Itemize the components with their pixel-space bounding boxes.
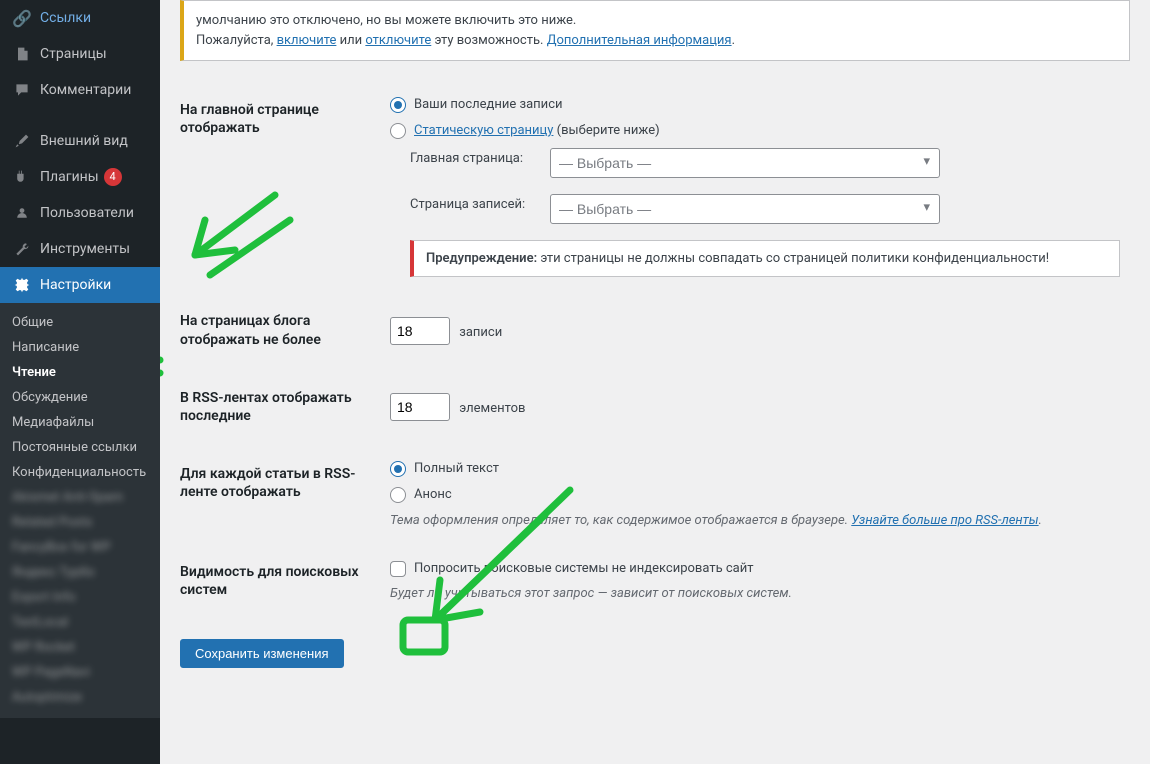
submenu-hidden[interactable]: Related Posts bbox=[0, 510, 160, 535]
submenu-discussion[interactable]: Обсуждение bbox=[0, 385, 160, 410]
label-posts-page: Страница записей: bbox=[410, 196, 540, 214]
radio-static-page[interactable] bbox=[390, 123, 406, 139]
radio-static-page-label[interactable]: Статическую страницу (выберите ниже) bbox=[390, 122, 1120, 140]
submenu-reading[interactable]: Чтение bbox=[0, 360, 160, 385]
sidebar-item-label: Пользователи bbox=[40, 205, 134, 221]
notice-disable-link[interactable]: отключите bbox=[365, 33, 431, 48]
sidebar-item-label: Страницы bbox=[40, 46, 107, 62]
submenu-hidden[interactable]: WP Rocket bbox=[0, 635, 160, 660]
sidebar-item-label: Ссылки bbox=[40, 10, 91, 26]
notice-enable-link[interactable]: включите bbox=[277, 33, 337, 48]
sidebar-item-pages[interactable]: Страницы bbox=[0, 36, 160, 72]
radio-latest-posts-label[interactable]: Ваши последние записи bbox=[390, 96, 1120, 114]
settings-submenu: Общие Написание Чтение Обсуждение Медиаф… bbox=[0, 303, 160, 718]
select-posts-page[interactable]: — Выбрать — bbox=[550, 194, 940, 224]
label-rss-each: Для каждой статьи в RSS-ленте отображать bbox=[180, 445, 380, 542]
sidebar-item-label: Комментарии bbox=[40, 82, 131, 98]
submenu-permalinks[interactable]: Постоянные ссылки bbox=[0, 435, 160, 460]
submenu-privacy[interactable]: Конфиденциальность bbox=[0, 460, 160, 485]
plugin-icon bbox=[12, 167, 32, 187]
blog-pages-suffix: записи bbox=[459, 325, 502, 340]
sidebar-item-settings[interactable]: Настройки bbox=[0, 267, 160, 303]
submenu-hidden[interactable]: FancyBox for WP bbox=[0, 535, 160, 560]
submenu-general[interactable]: Общие bbox=[0, 310, 160, 335]
submenu-hidden[interactable]: Яндекс Турбо bbox=[0, 560, 160, 585]
input-blog-pages-count[interactable] bbox=[390, 317, 450, 345]
notice-warning: умолчанию это отключено, но вы можете вк… bbox=[180, 0, 1130, 61]
brush-icon bbox=[12, 131, 32, 151]
submenu-hidden[interactable]: Akismet Anti-Spam bbox=[0, 485, 160, 510]
sidebar-item-label: Внешний вид bbox=[40, 133, 128, 149]
radio-summary-label[interactable]: Анонс bbox=[390, 486, 1120, 504]
select-home-page[interactable]: — Выбрать — bbox=[550, 148, 940, 178]
label-visibility: Видимость для поисковых систем bbox=[180, 543, 380, 619]
checkbox-noindex[interactable] bbox=[390, 561, 406, 577]
sidebar-item-users[interactable]: Пользователи bbox=[0, 195, 160, 231]
rss-description: Тема оформления определяет то, как содер… bbox=[390, 513, 1120, 528]
notice-text: умолчанию это отключено, но вы можете вк… bbox=[196, 11, 1117, 31]
sidebar-item-label: Настройки bbox=[40, 277, 111, 293]
admin-sidebar: 🔗 Ссылки Страницы Комментарии Внешний ви… bbox=[0, 0, 160, 764]
link-icon: 🔗 bbox=[12, 8, 32, 28]
radio-full-text-label[interactable]: Полный текст bbox=[390, 460, 1120, 478]
settings-icon bbox=[12, 275, 32, 295]
rss-count-suffix: элементов bbox=[459, 401, 525, 416]
users-icon bbox=[12, 203, 32, 223]
label-front-page: На главной странице отображать bbox=[180, 81, 380, 292]
label-blog-pages: На страницах блога отображать не более bbox=[180, 292, 380, 368]
label-home-page: Главная страница: bbox=[410, 150, 540, 168]
plugin-update-badge: 4 bbox=[104, 168, 122, 186]
radio-latest-posts[interactable] bbox=[390, 97, 406, 113]
sidebar-item-label: Плагины bbox=[40, 169, 99, 185]
label-rss-count: В RSS-лентах отображать последние bbox=[180, 369, 380, 445]
save-button[interactable]: Сохранить изменения bbox=[180, 639, 344, 668]
static-page-link[interactable]: Статическую страницу bbox=[414, 123, 553, 138]
submenu-writing[interactable]: Написание bbox=[0, 335, 160, 360]
wrench-icon bbox=[12, 239, 32, 259]
submenu-hidden[interactable]: WP PageNavi bbox=[0, 660, 160, 685]
submenu-media[interactable]: Медиафайлы bbox=[0, 410, 160, 435]
sidebar-item-label: Инструменты bbox=[40, 241, 130, 257]
notice-more-link[interactable]: Дополнительная информация bbox=[547, 33, 732, 48]
sidebar-item-links[interactable]: 🔗 Ссылки bbox=[0, 0, 160, 36]
radio-summary[interactable] bbox=[390, 487, 406, 503]
notice-text: Пожалуйста, включите или отключите эту в… bbox=[196, 31, 1117, 51]
comments-icon bbox=[12, 80, 32, 100]
sidebar-item-tools[interactable]: Инструменты bbox=[0, 231, 160, 267]
checkbox-noindex-label[interactable]: Попросить поисковые системы не индексиро… bbox=[390, 560, 1120, 578]
pages-icon bbox=[12, 44, 32, 64]
sidebar-item-appearance[interactable]: Внешний вид bbox=[0, 123, 160, 159]
radio-full-text[interactable] bbox=[390, 461, 406, 477]
input-rss-count[interactable] bbox=[390, 393, 450, 421]
submenu-hidden[interactable]: Export Info bbox=[0, 585, 160, 610]
sidebar-item-comments[interactable]: Комментарии bbox=[0, 72, 160, 108]
sidebar-item-plugins[interactable]: Плагины 4 bbox=[0, 159, 160, 195]
submenu-hidden[interactable]: TextLocal bbox=[0, 610, 160, 635]
submenu-hidden[interactable]: Autoptimize bbox=[0, 685, 160, 710]
rss-learn-more-link[interactable]: Узнайте больше про RSS-ленты bbox=[851, 513, 1038, 528]
visibility-description: Будет ли учитываться этот запрос — завис… bbox=[390, 586, 1120, 601]
warning-notice: Предупреждение: эти страницы не должны с… bbox=[410, 240, 1120, 277]
annotation-arrow-reading bbox=[160, 340, 170, 390]
main-content: умолчанию это отключено, но вы можете вк… bbox=[160, 0, 1150, 764]
